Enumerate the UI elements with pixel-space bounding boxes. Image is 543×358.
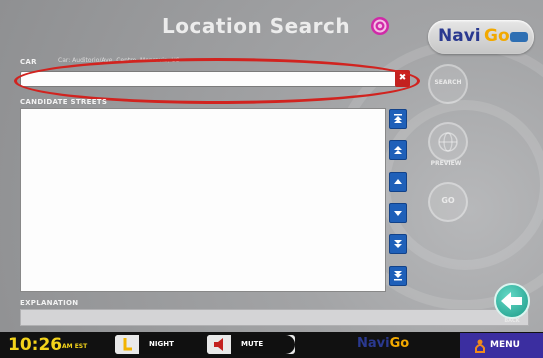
clock-ampm: AM EST (62, 343, 88, 350)
scroll-top-button[interactable] (389, 109, 407, 129)
menu-icon (475, 339, 485, 353)
scroll-page-up-button[interactable] (389, 140, 407, 160)
go-button-label: GO (441, 196, 455, 205)
page-title: Location Search (162, 14, 351, 38)
scroll-up-button[interactable] (389, 172, 407, 192)
bottom-logo-navi: Navi (357, 336, 390, 351)
up-icon (394, 179, 402, 184)
back-button-label: BACK (504, 318, 520, 324)
double-up-bar-icon (394, 114, 402, 123)
speaker-mute-icon (207, 335, 231, 354)
explanation-label: EXPLANATION (20, 299, 79, 307)
logo-navi-text: Navi (438, 26, 481, 46)
target-icon (371, 17, 389, 35)
globe-icon (438, 132, 458, 152)
night-button-label: NIGHT (149, 340, 174, 348)
back-button[interactable] (494, 283, 530, 319)
location-search-screen: Location Search Navi Go CAR Car: Auditor… (0, 0, 543, 358)
double-down-icon (394, 240, 402, 248)
mute-button[interactable]: MUTE (207, 335, 295, 354)
scroll-page-down-button[interactable] (389, 234, 407, 254)
list-label: CANDIDATE STREETS (20, 98, 108, 106)
mute-button-label: MUTE (241, 340, 264, 348)
preview-button-label: PREVIEW (430, 160, 462, 167)
back-arrow-icon (501, 292, 522, 310)
car-icon (510, 32, 528, 42)
down-icon (394, 211, 402, 216)
navigo-logo: Navi Go (428, 20, 534, 54)
explanation-box (20, 309, 529, 326)
scroll-down-button[interactable] (389, 203, 407, 223)
bottom-bar-logo: NaviGo (357, 336, 409, 351)
menu-button[interactable]: MENU (460, 333, 543, 358)
clock-time: 10:26 (8, 335, 63, 355)
bottom-logo-go: Go (389, 336, 410, 351)
moon-icon (115, 335, 139, 354)
logo-go-text: Go (484, 26, 510, 46)
candidate-streets-list[interactable] (20, 108, 386, 292)
night-button[interactable]: NIGHT (115, 335, 203, 354)
double-down-bar-icon (394, 271, 402, 281)
search-button-label: SEARCH (434, 79, 462, 86)
menu-button-label: MENU (490, 340, 520, 350)
preview-button[interactable] (428, 122, 468, 162)
double-up-icon (394, 146, 402, 154)
search-field-label: CAR (20, 58, 37, 66)
scroll-bottom-button[interactable] (389, 266, 407, 286)
